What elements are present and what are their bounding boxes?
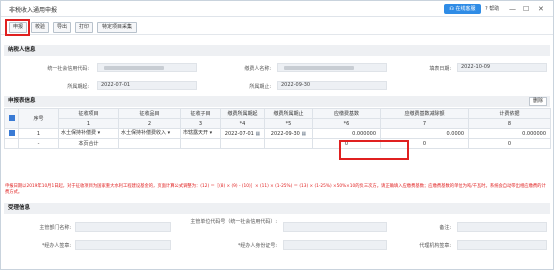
agent-id-label: *经办人身份证号: — [237, 243, 277, 249]
minimize-icon[interactable]: — — [509, 4, 516, 14]
subitem-select-value: 市辖露天开 ▾ — [183, 130, 213, 136]
subitem-select[interactable]: 市辖露天开 ▾ — [180, 128, 221, 139]
base-input[interactable]: 0.000000 — [312, 128, 381, 139]
fill-date-field: 2022-10-09 — [457, 63, 547, 72]
name-field — [277, 63, 387, 72]
credit-code-field — [97, 63, 197, 72]
credit-code-label: 统一社会信用代码: — [47, 66, 89, 72]
category-select-value: 水土保持补偿费收入 ▾ — [121, 130, 171, 136]
window-title: 非税收入通用申报 — [9, 7, 58, 14]
category-select[interactable]: 水土保持补偿费收入 ▾ — [118, 128, 181, 139]
name-label: 缴费人名称: — [244, 66, 271, 72]
delete-button[interactable]: 删除 — [529, 97, 547, 106]
col-num-8: 8 — [468, 118, 551, 129]
remark-field[interactable] — [457, 222, 547, 232]
calendar-icon[interactable]: ▦ — [300, 131, 306, 137]
total-select-cell — [4, 138, 19, 149]
item-select-value: 水土保持补偿费 ▾ — [61, 130, 101, 136]
col-category: 征收品目 — [118, 108, 181, 119]
export-button[interactable]: 导出 — [53, 22, 71, 33]
row-seq: 1 — [18, 128, 59, 139]
unit-code-field[interactable] — [283, 222, 387, 232]
toolbar: 申报 校验 导出 打印 特定项目采集 — [1, 18, 553, 35]
base-highlight — [339, 140, 409, 160]
select-all-checkbox[interactable] — [8, 115, 15, 122]
col-num-4: *4 — [220, 118, 265, 129]
col-end: 缴费所属期止 — [264, 108, 313, 119]
taxpayer-section-title: 纳税人信息 — [4, 45, 550, 56]
row-select-cell[interactable] — [4, 128, 19, 139]
end-field: 2022-09-30 — [277, 81, 387, 90]
start-label: 所属期起: — [67, 84, 89, 90]
table-row[interactable]: 1 水土保持补偿费 ▾ 水土保持补偿费收入 ▾ 市辖露天开 ▾ 2022-07-… — [4, 128, 551, 139]
col-seq: 序号 — [18, 108, 59, 129]
col-start: 缴费所属期起 — [220, 108, 265, 119]
table-number-row: 1 2 3 *4 *5 *6 7 8 — [5, 118, 551, 129]
app-window: 非税收入通用申报 ☊ 在线客服 ? 帮助 — ☐ ✕ 申报 校验 导出 打印 特… — [0, 0, 554, 270]
item-select[interactable]: 水土保持补偿费 ▾ — [58, 128, 119, 139]
agency-field[interactable] — [457, 240, 547, 250]
col-subitem: 征收子目 — [180, 108, 221, 119]
basis-value: 0.000000 — [468, 128, 551, 139]
declaration-section-title: 申报表信息 — [4, 96, 550, 107]
start-field: 2022-07-01 — [97, 81, 197, 90]
agency-label: 代理机构签章: — [419, 243, 451, 249]
restore-icon[interactable]: ☐ — [523, 4, 529, 14]
dept-field[interactable] — [75, 222, 171, 232]
total-seq: - — [18, 138, 59, 149]
help-label: 帮助 — [489, 6, 500, 12]
table-header-row: 序号 征收项目 征收品目 征收子目 缴费所属期起 缴费所属期止 应缴费基数 应缴… — [4, 108, 551, 129]
calendar-icon[interactable]: ▦ — [254, 131, 260, 137]
online-service-label: 在线客服 — [455, 6, 476, 12]
start-date-value: 2022-07-01 — [224, 130, 254, 137]
end-label: 所属期止: — [249, 84, 271, 90]
table-total-row: - 本页合计 0 0 0 — [4, 138, 551, 149]
total-label: 本页合计 — [58, 138, 119, 149]
col-basis: 计费依据 — [468, 108, 551, 119]
col-num-3: 3 — [180, 118, 221, 129]
total-basis: 0 — [468, 138, 551, 149]
fill-date-label: 填表日期: — [429, 66, 451, 72]
start-date-field[interactable]: 2022-07-01 ▦ — [220, 128, 265, 139]
close-icon[interactable]: ✕ — [538, 4, 544, 14]
col-num-1: 1 — [58, 118, 119, 129]
chevron-down-icon: ▾ — [208, 130, 213, 136]
agent-label: *经办人签章: — [41, 243, 71, 249]
special-collect-button[interactable]: 特定项目采集 — [97, 22, 137, 33]
col-base: 应缴费基数 — [312, 108, 381, 119]
online-service-button[interactable]: ☊ 在线客服 — [444, 4, 481, 14]
chevron-down-icon: ▾ — [96, 130, 101, 136]
help-button[interactable]: ? 帮助 — [485, 5, 499, 12]
declaration-table: 序号 征收项目 征收品目 征收子目 缴费所属期起 缴费所属期止 应缴费基数 应缴… — [4, 108, 551, 149]
col-num-7: 7 — [380, 118, 469, 129]
agent-id-field[interactable] — [283, 240, 387, 250]
declare-highlight — [5, 19, 30, 36]
row-checkbox[interactable] — [8, 130, 15, 137]
end-date-field[interactable]: 2022-09-30 ▦ — [264, 128, 313, 139]
col-num-2: 2 — [118, 118, 181, 129]
deduction-input[interactable]: 0.0000 — [380, 128, 469, 139]
dept-label: 主管部门名称: — [39, 225, 71, 231]
col-num-5: *5 — [264, 118, 313, 129]
unit-code-label: 主管单位代码号（统一社会信用代码）: — [190, 219, 277, 225]
end-date-value: 2022-09-30 — [270, 130, 300, 137]
col-num-6: *6 — [312, 118, 381, 129]
chevron-down-icon: ▾ — [166, 130, 171, 136]
notice-text: 申报日期以2019年10月1日起，对于征收项目为国家重大水利工程建设基金的，页面… — [5, 184, 546, 195]
title-bar: 非税收入通用申报 ☊ 在线客服 ? 帮助 — ☐ ✕ — [1, 1, 553, 17]
verify-button[interactable]: 校验 — [31, 22, 49, 33]
print-button[interactable]: 打印 — [75, 22, 93, 33]
col-deduction: 应缴费基数减除额 — [380, 108, 469, 119]
remark-label: 备注: — [439, 225, 451, 231]
handler-section-title: 受理信息 — [4, 203, 550, 214]
select-all-cell[interactable] — [4, 108, 19, 129]
col-item: 征收项目 — [58, 108, 119, 119]
agent-field[interactable] — [75, 240, 171, 250]
